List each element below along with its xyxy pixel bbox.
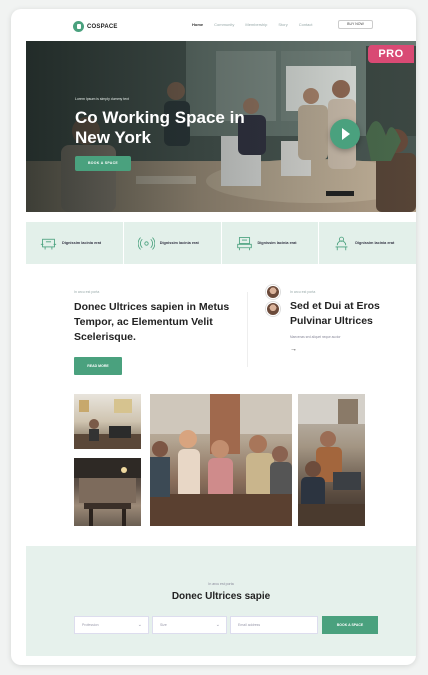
top-nav: COSPACE Home Community Membership Story … xyxy=(11,9,416,41)
email-field[interactable]: Email address xyxy=(230,616,318,634)
nav-links: Home Community Membership Story Contact xyxy=(192,22,313,27)
aside-section: In arcu est porta Sed et Dui at Eros Pul… xyxy=(290,290,380,353)
feature-label: Dignissim lacinia erat xyxy=(355,240,395,245)
about-kicker: In arcu est porta xyxy=(74,290,100,294)
book-space-submit-button[interactable]: BOOK A SPACE xyxy=(322,616,378,634)
hero-banner: Lorem Ipsum is simply dummy text Co Work… xyxy=(26,41,416,212)
logo[interactable]: COSPACE xyxy=(73,21,118,32)
booking-title: Donec Ultrices sapie xyxy=(171,591,271,602)
about-title: Donec Ultrices sapien in Metus Tempor, a… xyxy=(74,301,230,343)
read-more-button[interactable]: READ MORE xyxy=(74,357,122,375)
logo-text: COSPACE xyxy=(87,23,118,30)
gallery-image xyxy=(150,394,292,526)
book-space-button[interactable]: BOOK A SPACE xyxy=(75,156,131,171)
nav-link-home[interactable]: Home xyxy=(192,22,203,27)
gallery-image xyxy=(298,394,365,526)
hero-tagline: Lorem Ipsum is simply dummy text xyxy=(75,97,129,101)
nav-link-contact[interactable]: Contact xyxy=(299,22,313,27)
nav-link-story[interactable]: Story xyxy=(278,22,287,27)
feature-item: Dignissim lacinia erat xyxy=(222,222,320,264)
size-placeholder: Size xyxy=(160,623,167,627)
feature-label: Dignissim lacinia erat xyxy=(159,240,199,245)
chevron-down-icon: ⌄ xyxy=(215,622,220,628)
feature-label: Dignissim lacinia erat xyxy=(257,240,297,245)
booking-section: In arcu est porta Donec Ultrices sapie P… xyxy=(26,546,416,656)
play-video-icon[interactable] xyxy=(330,119,360,149)
logo-icon xyxy=(73,21,84,32)
size-select[interactable]: Size ⌄ xyxy=(152,616,227,634)
meeting-icon xyxy=(333,235,350,252)
avatar xyxy=(266,302,280,316)
aside-subtitle: Maecenas sed aliquet neque auctor xyxy=(290,335,341,339)
chevron-down-icon: ⌄ xyxy=(137,622,142,628)
nav-link-membership[interactable]: Membership xyxy=(245,22,267,27)
avatar xyxy=(266,285,280,299)
buy-now-button[interactable]: BUY NOW xyxy=(338,20,373,29)
feature-item: Dignissim lacinia erat xyxy=(319,222,416,264)
workspace-icon xyxy=(40,235,57,252)
about-section: In arcu est porta Donec Ultrices sapien … xyxy=(74,290,234,345)
section-divider xyxy=(247,292,248,367)
feature-label: Dignissim lacinia erat xyxy=(62,240,102,245)
page-card: PRO COSPACE Home Community Membership St… xyxy=(11,9,416,665)
lounge-icon xyxy=(236,235,253,252)
booking-kicker: In arcu est porta xyxy=(208,582,234,586)
wifi-icon xyxy=(137,235,156,252)
arrow-right-icon[interactable]: → xyxy=(290,346,380,353)
profession-select[interactable]: Profession ⌄ xyxy=(74,616,149,634)
feature-item: Dignissim lacinia erat xyxy=(124,222,222,264)
hero-title: Co Working Space in New York xyxy=(75,108,245,147)
gallery-image xyxy=(74,458,141,526)
feature-item: Dignissim lacinia erat xyxy=(26,222,124,264)
nav-link-community[interactable]: Community xyxy=(214,22,234,27)
gallery-image xyxy=(74,394,141,449)
aside-title: Sed et Dui at Eros Pulvinar Ultrices xyxy=(290,300,380,327)
pro-badge: PRO xyxy=(368,45,414,63)
features-strip: Dignissim lacinia erat Dignissim lacinia… xyxy=(26,222,416,264)
aside-kicker: In arcu est porta xyxy=(290,290,316,294)
email-placeholder: Email address xyxy=(238,623,261,627)
profession-placeholder: Profession xyxy=(82,623,99,627)
